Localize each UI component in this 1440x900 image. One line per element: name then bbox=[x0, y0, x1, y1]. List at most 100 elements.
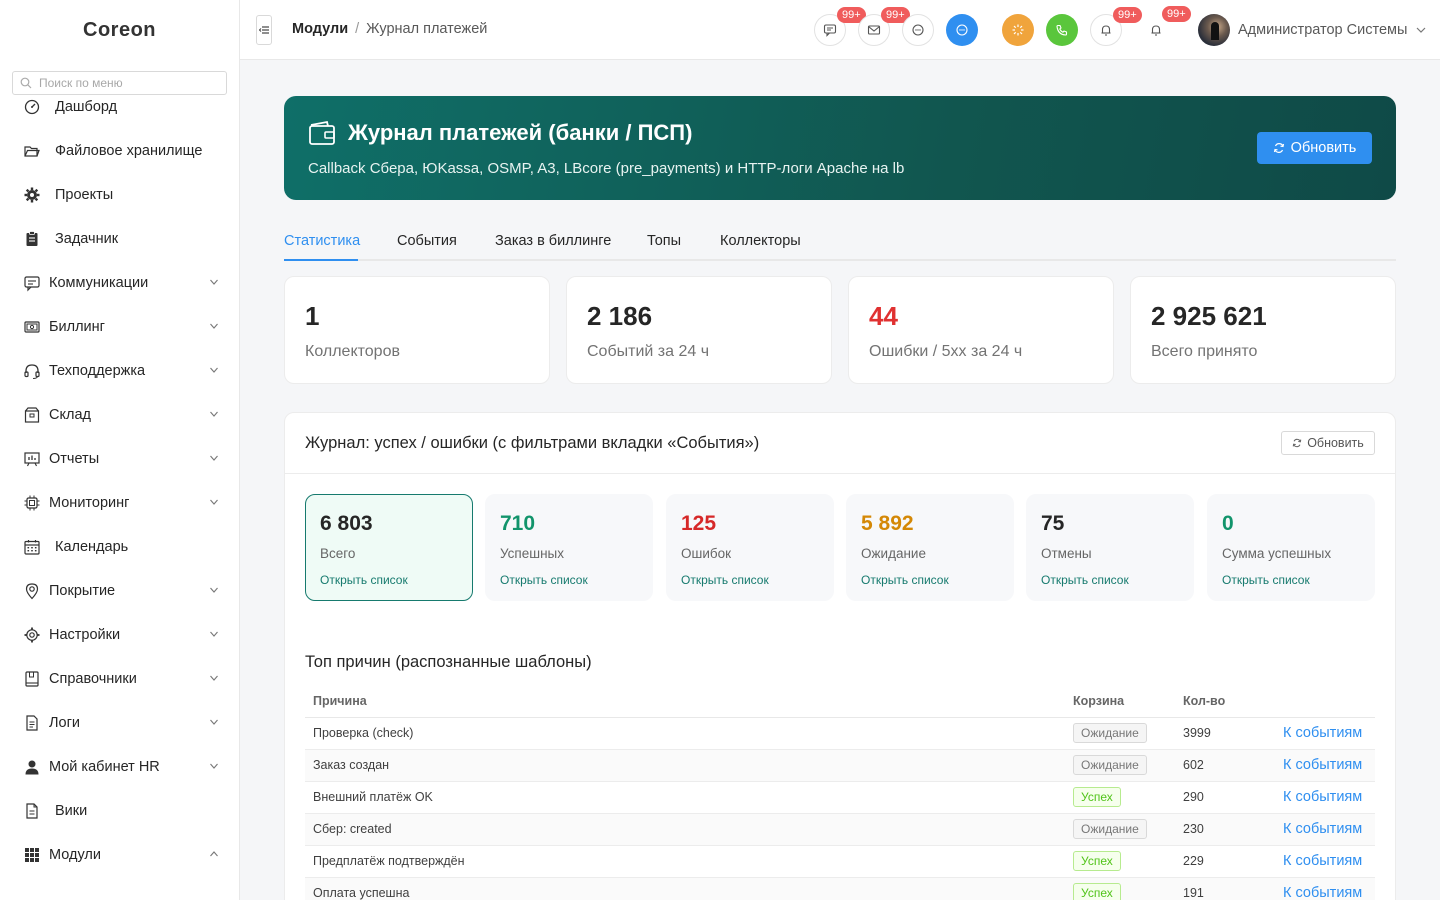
user-name: Администратор Системы bbox=[1238, 22, 1408, 38]
open-list-link[interactable]: Открыть список bbox=[861, 573, 949, 587]
journal-refresh-label: Обновить bbox=[1307, 436, 1364, 450]
breadcrumb-root[interactable]: Модули bbox=[292, 21, 348, 37]
cell-action: К событиям bbox=[1275, 813, 1375, 846]
tabs: Статистика События Заказ в биллинге Топы… bbox=[284, 220, 1396, 261]
chat-bubble-icon bbox=[956, 24, 968, 36]
to-events-link[interactable]: К событиям bbox=[1283, 725, 1362, 741]
chevron-down-icon bbox=[209, 318, 219, 336]
menu-toggle-button[interactable] bbox=[256, 15, 272, 45]
to-events-link[interactable]: К событиям bbox=[1283, 885, 1362, 900]
chevron-down-icon bbox=[209, 362, 219, 380]
summary-card-total[interactable]: 6 803 Всего Открыть список bbox=[305, 494, 473, 601]
summary-value: 125 bbox=[681, 512, 717, 535]
summary-card-success-sum[interactable]: 0 Сумма успешных Открыть список bbox=[1207, 494, 1375, 601]
sidebar: Coreon Дашборд Файловое хранилище Проекты З… bbox=[0, 0, 240, 900]
summary-card-errors[interactable]: 125 Ошибок Открыть список bbox=[666, 494, 834, 601]
journal-refresh-button[interactable]: Обновить bbox=[1281, 431, 1375, 455]
to-events-link[interactable]: К событиям bbox=[1283, 853, 1362, 869]
tab-events[interactable]: События bbox=[397, 233, 457, 249]
sidebar-item-9[interactable]: Мониторинг bbox=[0, 481, 239, 525]
sidebar-item-4[interactable]: Коммуникации bbox=[0, 261, 239, 305]
location-icon bbox=[23, 582, 41, 600]
sidebar-item-17[interactable]: Модули bbox=[0, 833, 239, 877]
top-reasons-title: Топ причин (распознанные шаблоны) bbox=[305, 653, 592, 671]
sidebar-menu: Дашборд Файловое хранилище Проекты Задачник… bbox=[0, 85, 239, 877]
open-list-link[interactable]: Открыть список bbox=[1041, 573, 1129, 587]
sidebar-item-11[interactable]: Покрытие bbox=[0, 569, 239, 613]
journal-title: Журнал: успех / ошибки (с фильтрами вкла… bbox=[305, 434, 760, 452]
tab-tops[interactable]: Топы bbox=[647, 233, 681, 249]
refresh-button[interactable]: Обновить bbox=[1257, 132, 1372, 164]
sidebar-item-label: Покрытие bbox=[49, 583, 116, 599]
sidebar-item-2[interactable]: Проекты bbox=[0, 173, 239, 217]
headset-icon bbox=[23, 362, 41, 380]
alerts-button[interactable]: 99+ bbox=[1140, 6, 1191, 46]
chevron-down-icon bbox=[1416, 27, 1426, 33]
tab-billing-order[interactable]: Заказ в биллинге bbox=[495, 233, 611, 249]
sidebar-item-13[interactable]: Справочники bbox=[0, 657, 239, 701]
grid-icon bbox=[23, 846, 41, 864]
bucket-tag: Успех bbox=[1073, 851, 1121, 871]
speech-bubble-icon bbox=[912, 24, 924, 36]
billing-icon bbox=[23, 318, 41, 336]
summary-card-pending[interactable]: 5 892 Ожидание Открыть список bbox=[846, 494, 1014, 601]
bucket-tag: Успех bbox=[1073, 787, 1121, 807]
support-chat-button[interactable] bbox=[946, 14, 978, 46]
open-list-link[interactable]: Открыть список bbox=[500, 573, 588, 587]
bell-icon bbox=[1101, 25, 1111, 36]
main-content: Журнал платежей (банки / ПСП) Callback С… bbox=[240, 60, 1440, 900]
messenger-button[interactable] bbox=[902, 14, 934, 46]
hamburger-icon bbox=[259, 26, 269, 34]
sidebar-item-16[interactable]: Вики bbox=[0, 789, 239, 833]
open-list-link[interactable]: Открыть список bbox=[320, 573, 408, 587]
calendar-icon bbox=[23, 538, 41, 556]
stat-value: 1 bbox=[305, 301, 320, 331]
summary-value: 6 803 bbox=[320, 512, 373, 535]
summary-card-cancelled[interactable]: 75 Отмены Открыть список bbox=[1026, 494, 1194, 601]
sidebar-item-0[interactable]: Дашборд bbox=[0, 85, 239, 129]
summary-card-success[interactable]: 710 Успешных Открыть список bbox=[485, 494, 653, 601]
cell-bucket: Ожидание bbox=[1065, 717, 1175, 750]
to-events-link[interactable]: К событиям bbox=[1283, 757, 1362, 773]
sidebar-item-12[interactable]: Настройки bbox=[0, 613, 239, 657]
sidebar-item-8[interactable]: Отчеты bbox=[0, 437, 239, 481]
open-list-link[interactable]: Открыть список bbox=[681, 573, 769, 587]
sidebar-item-1[interactable]: Файловое хранилище bbox=[0, 129, 239, 173]
notifications-button[interactable]: 99+ bbox=[1090, 7, 1142, 46]
phone-button[interactable] bbox=[1046, 14, 1078, 46]
sidebar-item-7[interactable]: Склад bbox=[0, 393, 239, 437]
table-row: Сбер: created Ожидание 230 К событиям bbox=[305, 813, 1375, 846]
tab-statistics[interactable]: Статистика bbox=[284, 233, 360, 249]
sidebar-item-5[interactable]: Биллинг bbox=[0, 305, 239, 349]
sidebar-item-15[interactable]: Мой кабинет HR bbox=[0, 745, 239, 789]
alerts-badge: 99+ bbox=[1162, 6, 1191, 22]
gear-solid-icon bbox=[23, 186, 41, 204]
user-menu[interactable]: Администратор Системы bbox=[1198, 14, 1427, 46]
sidebar-item-label: Мониторинг bbox=[49, 495, 130, 511]
chevron-down-icon bbox=[209, 758, 219, 776]
mail-button[interactable]: 99+ bbox=[858, 7, 910, 46]
sidebar-item-14[interactable]: Логи bbox=[0, 701, 239, 745]
sidebar-item-10[interactable]: Календарь bbox=[0, 525, 239, 569]
sidebar-item-6[interactable]: Техподдержка bbox=[0, 349, 239, 393]
sidebar-item-3[interactable]: Задачник bbox=[0, 217, 239, 261]
chat-button[interactable]: 99+ bbox=[814, 7, 866, 46]
cell-count: 602 bbox=[1175, 749, 1275, 782]
to-events-link[interactable]: К событиям bbox=[1283, 821, 1362, 837]
cell-bucket: Успех bbox=[1065, 781, 1175, 814]
notifications-badge: 99+ bbox=[1113, 7, 1142, 23]
cell-action: К событиям bbox=[1275, 749, 1375, 782]
loading-button[interactable] bbox=[1002, 14, 1034, 46]
column-header-reason: Причина bbox=[305, 685, 1065, 718]
bell-icon bbox=[1151, 25, 1161, 36]
document-icon bbox=[23, 714, 41, 732]
column-header-bucket: Корзина bbox=[1065, 685, 1175, 718]
summary-label: Всего bbox=[320, 546, 356, 561]
page-title: Журнал платежей (банки / ПСП) bbox=[348, 120, 693, 145]
to-events-link[interactable]: К событиям bbox=[1283, 789, 1362, 805]
summary-label: Ожидание bbox=[861, 546, 926, 561]
sidebar-item-label: Проекты bbox=[55, 187, 114, 203]
open-list-link[interactable]: Открыть список bbox=[1222, 573, 1310, 587]
tab-collectors[interactable]: Коллекторы bbox=[720, 233, 801, 249]
chevron-down-icon bbox=[209, 714, 219, 732]
